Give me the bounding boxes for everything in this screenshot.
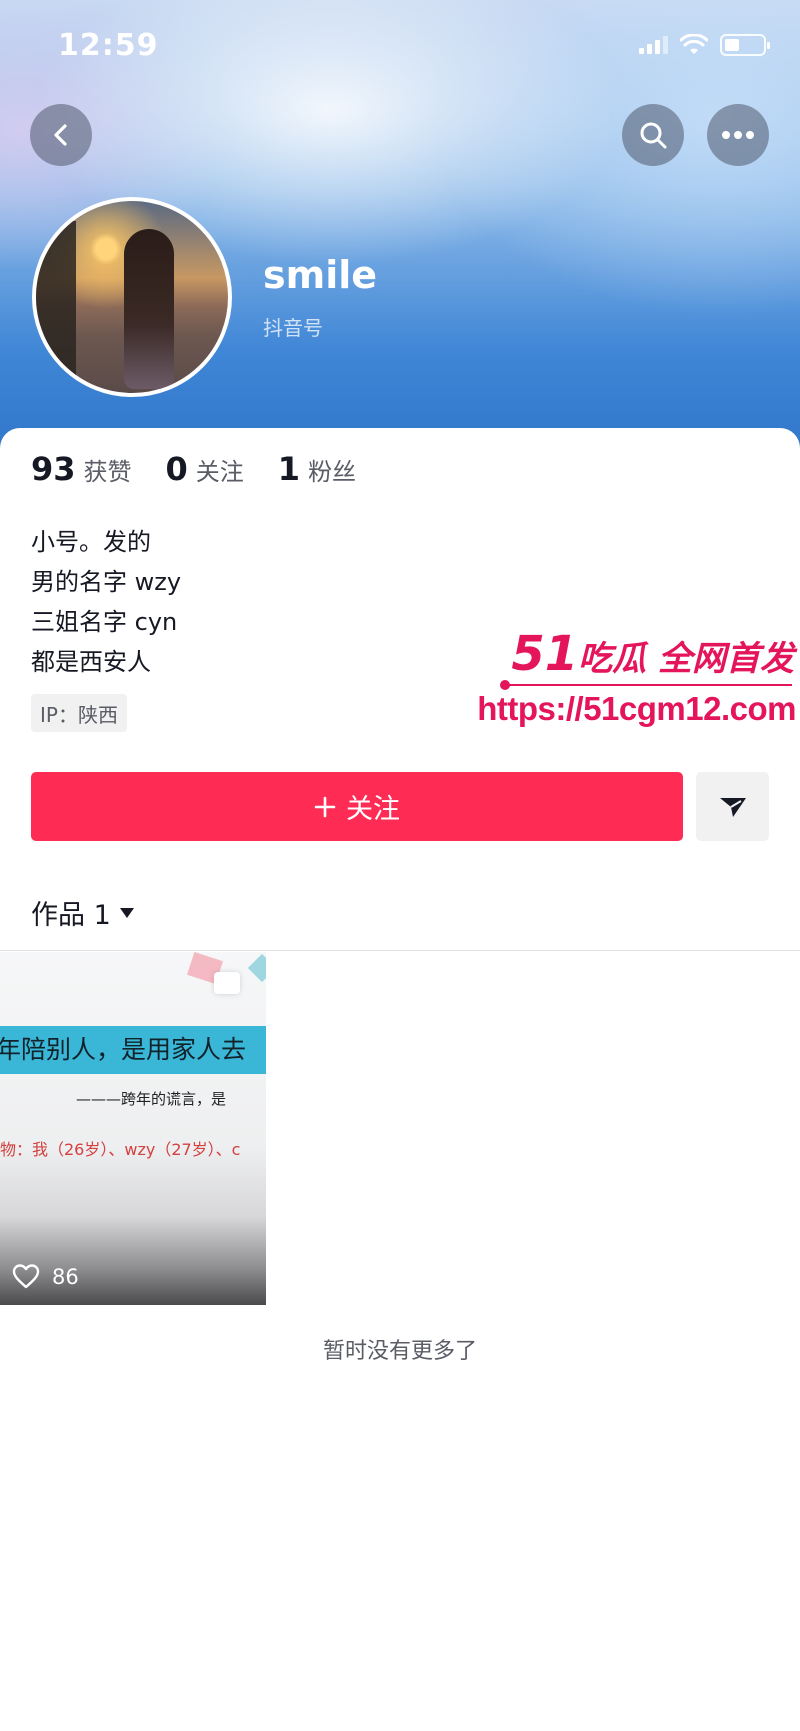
watermark-overlay: 51吃瓜 全网首发 https://51cgm12.com: [477, 626, 800, 727]
bio-line: 小号。发的: [31, 528, 151, 556]
message-button[interactable]: [696, 772, 769, 841]
send-icon: [719, 797, 746, 817]
follow-label: 关注: [346, 794, 400, 825]
video-likes: 86: [12, 1264, 79, 1289]
follow-button[interactable]: 关注: [31, 772, 683, 841]
video-caption: ———跨年的谎言，是: [76, 1090, 227, 1108]
wifi-icon: [680, 34, 708, 54]
ip-location-tag: IP：陕西: [31, 694, 127, 732]
stat-label: 关注: [195, 458, 244, 486]
username: smile: [263, 253, 378, 297]
bio-line: 三姐名字 cyn: [31, 608, 178, 636]
video-caption: 物：我（26岁）、wzy（27岁）、c: [0, 1140, 241, 1159]
stat-value: 0: [165, 450, 188, 488]
search-button[interactable]: [622, 104, 684, 166]
bio-line: 都是西安人: [31, 648, 151, 676]
watermark-url: https://51cgm12.com: [477, 690, 796, 727]
stat-likes[interactable]: 93 获赞: [31, 450, 132, 488]
cellular-signal-icon: [639, 36, 668, 54]
works-tab-label: 作品 1: [31, 900, 111, 931]
like-count: 86: [52, 1264, 79, 1289]
heart-icon: [12, 1264, 40, 1289]
video-thumbnail[interactable]: 年陪别人，是用家人去 ———跨年的谎言，是 物：我（26岁）、wzy（27岁）、…: [0, 952, 266, 1305]
profile-header: 12:59 smile 抖音号: [0, 0, 800, 470]
end-of-list-text: 暂时没有更多了: [322, 1339, 477, 1364]
back-button[interactable]: [30, 104, 92, 166]
stat-value: 93: [31, 450, 76, 488]
stats-row: 93 获赞 0 关注 1 粉丝: [31, 450, 390, 488]
status-icons: [639, 34, 770, 56]
status-time: 12:59: [58, 28, 159, 63]
stat-label: 获赞: [83, 458, 132, 486]
caret-down-icon: [119, 907, 134, 918]
video-caption: 年陪别人，是用家人去: [0, 1035, 247, 1064]
douyin-id-label[interactable]: 抖音号: [263, 312, 323, 341]
more-dots-icon: [722, 131, 754, 139]
bio: 小号。发的 男的名字 wzy 三姐名字 cyn 都是西安人: [31, 522, 181, 682]
stat-following[interactable]: 0 关注: [166, 450, 244, 488]
battery-icon: [720, 34, 770, 56]
plus-icon: [314, 796, 336, 817]
more-button[interactable]: [707, 104, 769, 166]
tab-works[interactable]: 作品 1: [31, 893, 135, 932]
avatar[interactable]: [32, 197, 232, 397]
search-icon: [640, 122, 667, 149]
stat-followers[interactable]: 1 粉丝: [278, 450, 356, 488]
profile-card: 93 获赞 0 关注 1 粉丝 小号。发的 男的名字 wzy 三姐名字 cyn …: [0, 428, 800, 1731]
watermark-brand: 51吃瓜 全网首发: [511, 626, 794, 682]
stat-label: 粉丝: [308, 458, 357, 486]
bio-line: 男的名字 wzy: [31, 568, 182, 596]
divider: [0, 950, 800, 951]
chevron-left-icon: [54, 124, 67, 146]
stat-value: 1: [277, 450, 301, 488]
